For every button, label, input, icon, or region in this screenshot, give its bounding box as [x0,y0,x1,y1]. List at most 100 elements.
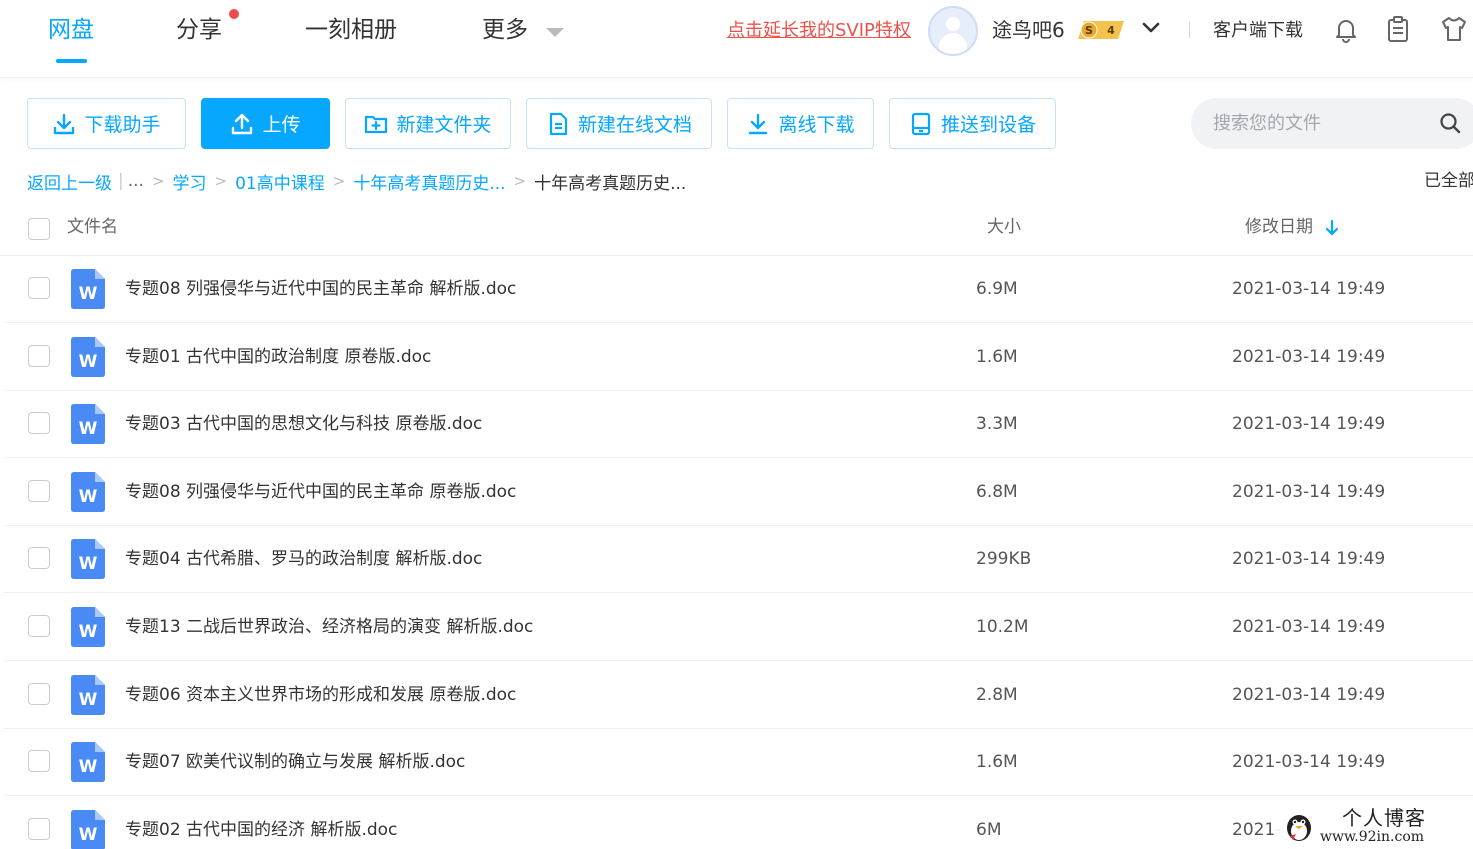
file-date: 2021-03-14 19:49 [1232,549,1386,570]
bell-icon[interactable] [1332,15,1360,43]
svip-extend-link[interactable]: 点击延长我的SVIP特权 [727,18,911,44]
tab-share[interactable]: 分享 [176,14,222,46]
file-date: 2021-03-14 19:49 [1232,414,1386,435]
row-checkbox[interactable] [28,750,50,773]
penguin-logo-icon [1287,815,1311,841]
breadcrumb-item[interactable]: 学习 [173,169,207,194]
file-icon-letter: W [79,622,98,642]
tab-netdisk[interactable]: 网盘 [48,14,94,46]
file-name[interactable]: 专题03 古代中国的思想文化与科技 原卷版.doc [125,411,482,437]
file-name[interactable]: 专题01 古代中国的政治制度 原卷版.doc [125,344,431,370]
vip-level-badge: S 4 [1078,21,1124,39]
breadcrumb-item[interactable]: 十年高考真题历史... [353,169,505,194]
row-checkbox[interactable] [28,412,50,435]
file-name[interactable]: 专题06 资本主义世界市场的形成和发展 原卷版.doc [125,682,516,708]
row-checkbox[interactable] [28,817,50,840]
file-icon-letter: W [79,487,98,507]
offline-download-button[interactable]: 离线下载 [727,98,874,149]
column-header-name[interactable]: 文件名 [67,214,118,240]
table-row[interactable]: W 专题04 古代希腊、罗马的政治制度 解析版.doc 299KB 2021-03-1… [4,526,1473,594]
word-doc-icon: W [71,607,105,647]
file-name[interactable]: 专题08 列强侵华与近代中国的民主革命 解析版.doc [125,276,516,302]
new-online-doc-button[interactable]: 新建在线文档 [526,98,712,149]
file-size: 6.8M [976,481,1018,502]
row-checkbox[interactable] [28,547,50,570]
file-size: 10.2M [976,617,1029,637]
word-doc-icon: W [71,404,105,445]
chevron-down-icon[interactable] [1141,18,1161,38]
upload-icon [232,113,253,134]
column-header-date[interactable]: 修改日期 [1245,214,1313,240]
table-header: 文件名 大小 修改日期 [0,200,1473,256]
table-row[interactable]: W 专题13 二战后世界政治、经济格局的演变 解析版.doc 10.2M 2021-0… [4,594,1473,661]
new-folder-icon [365,115,388,133]
caret-down-icon[interactable] [546,28,564,37]
clipboard-icon[interactable] [1384,15,1412,43]
file-date: 2021-03-14 19:49 [1232,752,1386,773]
file-name[interactable]: 专题07 欧美代议制的确立与发展 解析版.doc [125,749,465,775]
word-doc-icon: W [71,269,105,309]
new-folder-button[interactable]: 新建文件夹 [345,98,511,149]
table-row[interactable]: W 专题01 古代中国的政治制度 原卷版.doc 1.6M 2021-03-14 19… [4,324,1473,391]
table-row[interactable]: W 专题03 古代中国的思想文化与科技 原卷版.doc 3.3M 2021-03-14… [4,391,1473,459]
upload-label: 上传 [262,114,301,136]
tab-more[interactable]: 更多 [482,14,528,46]
tab-photo-album[interactable]: 一刻相册 [305,14,397,46]
file-name[interactable]: 专题08 列强侵华与近代中国的民主革命 原卷版.doc [125,479,516,505]
row-checkbox[interactable] [28,277,50,299]
table-row[interactable]: W 专题08 列强侵华与近代中国的民主革命 解析版.doc 6.9M 2021-03-… [4,256,1473,323]
file-icon-letter: W [79,757,98,777]
file-date: 2021-03-14 19:49 [1232,279,1386,299]
file-name[interactable]: 专题04 古代希腊、罗马的政治制度 解析版.doc [125,546,482,572]
back-link[interactable]: 返回上一级 [27,169,112,194]
word-doc-icon: W [71,809,105,849]
file-size: 1.6M [976,752,1018,773]
breadcrumb-ellipsis[interactable]: ... [128,171,144,191]
client-download-link[interactable]: 客户端下载 [1213,18,1303,44]
file-date: 2021-03-14 19:49 [1232,617,1386,637]
file-name[interactable]: 专题02 古代中国的经济 解析版.doc [125,817,397,843]
breadcrumb-item[interactable]: 01高中课程 [235,169,325,194]
file-name[interactable]: 专题13 二战后世界政治、经济格局的演变 解析版.doc [125,614,533,640]
file-size: 1.6M [976,346,1018,367]
file-size: 2.8M [976,684,1018,705]
file-icon-letter: W [79,554,98,574]
breadcrumb-divider: | [118,171,124,191]
row-checkbox[interactable] [28,615,50,637]
search-box [1191,98,1473,149]
search-input[interactable] [1213,110,1423,136]
sort-down-arrow-icon[interactable] [1325,219,1339,237]
avatar[interactable] [928,6,978,56]
search-icon[interactable] [1439,112,1461,134]
column-header-size[interactable]: 大小 [987,214,1021,240]
loaded-status: 已全部 [1424,171,1473,191]
file-icon-letter: W [79,690,98,710]
table-row[interactable]: W 专题07 欧美代议制的确立与发展 解析版.doc 1.6M 2021-03-14 … [4,729,1473,797]
file-size: 6.9M [976,279,1018,299]
breadcrumb-separator: > [151,172,165,190]
table-row[interactable]: W 专题02 古代中国的经济 解析版.doc 6M 2021- [4,797,1473,849]
push-to-device-button[interactable]: 推送到设备 [889,98,1056,149]
row-checkbox[interactable] [28,479,50,502]
row-checkbox[interactable] [28,344,50,367]
vip-level: 4 [1107,24,1115,37]
upload-button[interactable]: 上传 [201,98,330,149]
breadcrumb-separator: > [513,172,527,190]
table-row[interactable]: W 专题06 资本主义世界市场的形成和发展 原卷版.doc 2.8M 2021-03-… [4,662,1473,729]
shirt-icon[interactable] [1440,15,1468,43]
device-icon [911,112,931,135]
top-navigation: 网盘 分享 一刻相册 更多 点击延长我的SVIP特权 途鸟吧6 S 4 客户端下… [0,0,1473,78]
username[interactable]: 途鸟吧6 [992,16,1065,44]
divider [1189,22,1190,38]
breadcrumb-separator: > [214,172,228,190]
watermark-title: 个人博客 [1342,806,1426,830]
vip-symbol: S [1085,24,1093,37]
table-row[interactable]: W 专题08 列强侵华与近代中国的民主革命 原卷版.doc 6.8M 2021-03-… [4,459,1473,526]
select-all-checkbox[interactable] [28,218,50,240]
document-icon [549,112,568,135]
breadcrumb-current: 十年高考真题历史... [534,173,687,194]
row-checkbox[interactable] [28,682,50,705]
file-icon-letter: W [79,352,98,372]
download-helper-button[interactable]: 下载助手 [27,98,186,149]
file-date: 2021- [1232,819,1282,840]
